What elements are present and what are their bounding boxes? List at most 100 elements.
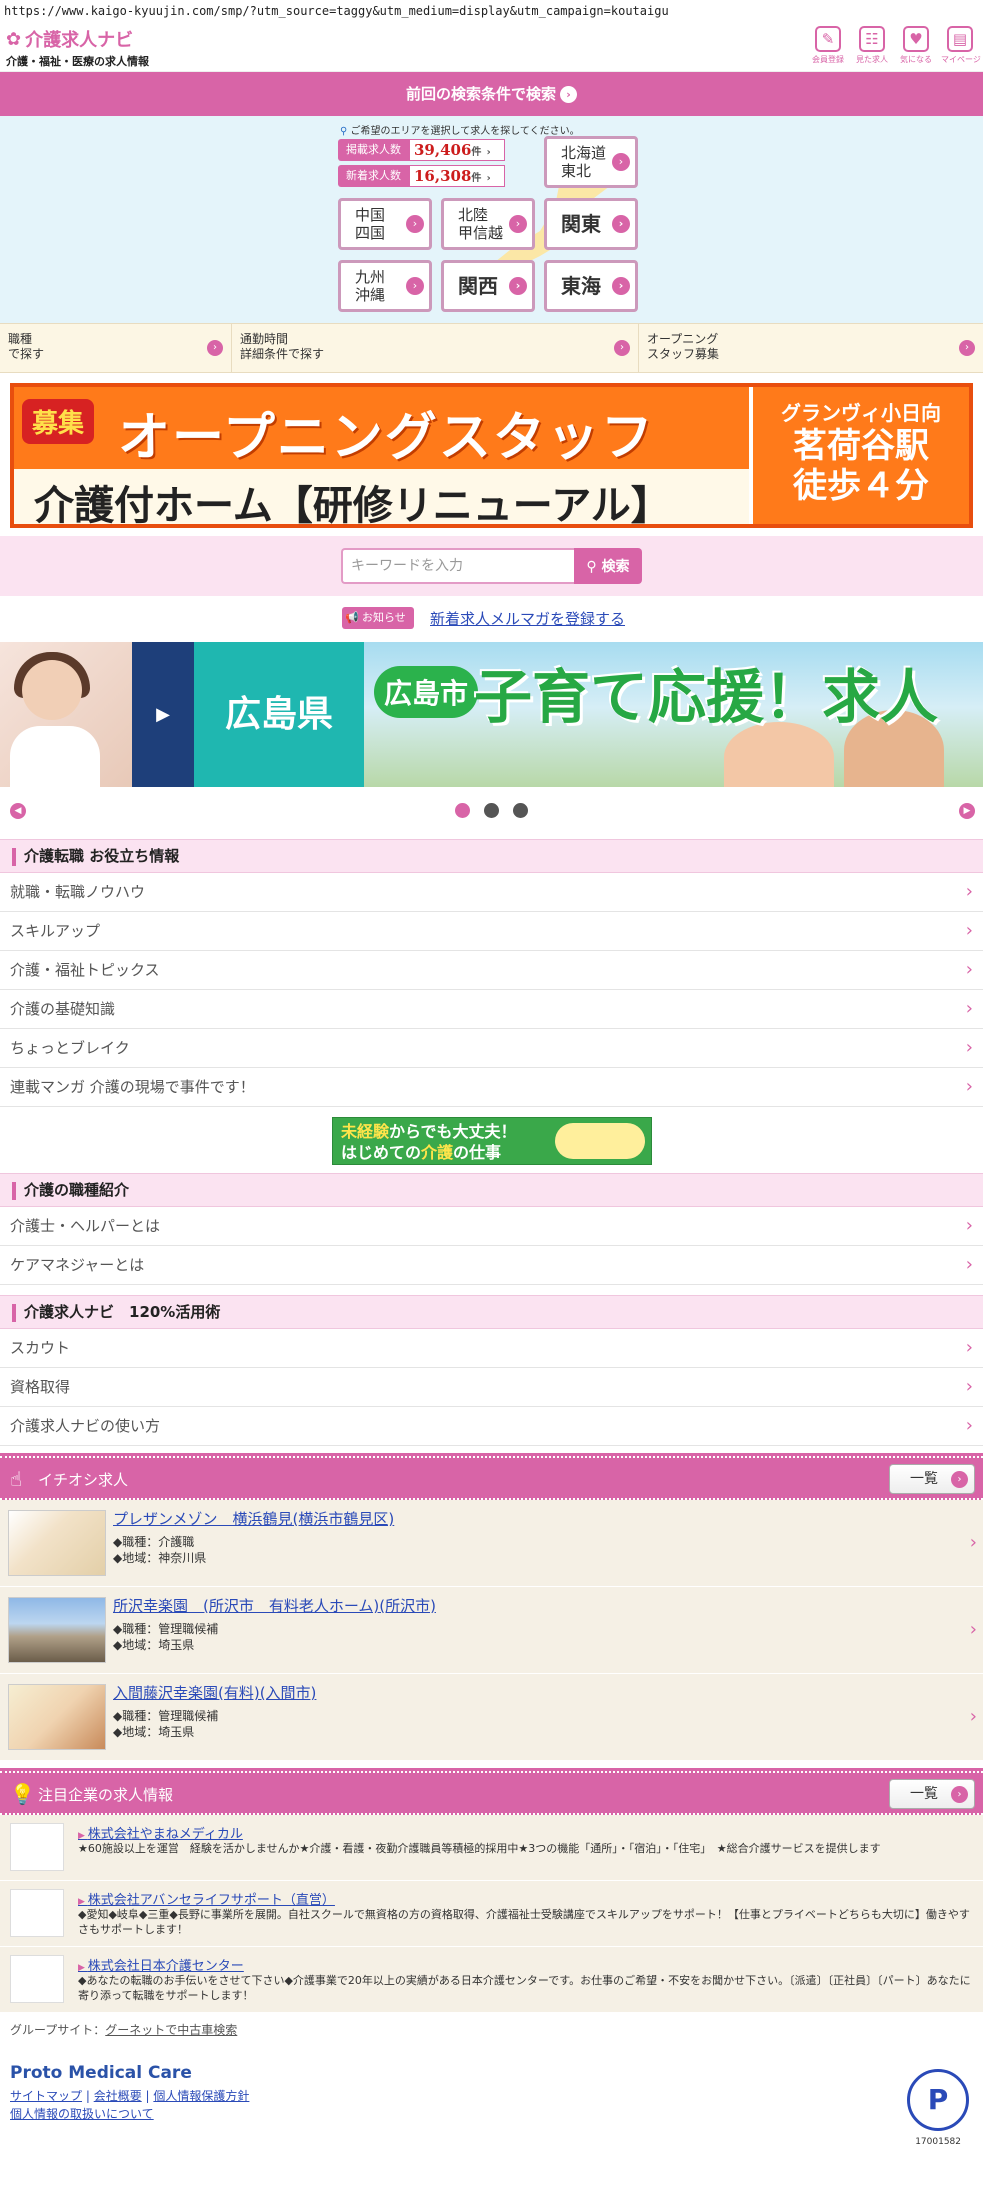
- region-hokuriku-koshinetsu[interactable]: 北陸 甲信越 ›: [441, 198, 535, 250]
- region-chugoku-shikoku[interactable]: 中国 四国 ›: [338, 198, 432, 250]
- newsletter-link[interactable]: 新着求人メルマガを登録する: [430, 608, 625, 629]
- chevron-right-icon: ›: [614, 340, 630, 356]
- viewed-jobs-button[interactable]: ☷ 見た求人: [853, 26, 891, 65]
- search-by-commute[interactable]: 通勤時間 詳細条件で探す ›: [232, 324, 639, 372]
- search-button[interactable]: ⚲ 検索: [574, 548, 642, 584]
- register-button[interactable]: ✎ 会員登録: [809, 26, 847, 65]
- job-card[interactable]: 所沢幸楽園 (所沢市 有料老人ホーム)(所沢市) ◆職種：管理職候補 ◆地域：埼…: [0, 1587, 983, 1674]
- map-pin-icon: ⚲: [340, 126, 348, 137]
- chevron-right-icon: ›: [207, 340, 223, 356]
- company-link[interactable]: 会社概要: [94, 2089, 142, 2103]
- job-title-link[interactable]: プレザンメゾン 横浜鶴見(横浜市鶴見区): [113, 1508, 394, 1529]
- beginner-banner[interactable]: 未経験からでも大丈夫！ はじめての介護の仕事: [0, 1107, 983, 1173]
- company-name-link[interactable]: 株式会社やまねメディカル: [78, 1823, 243, 1842]
- company-card[interactable]: 株式会社やまねメディカル ★60施設以上を運営 経験を活かしませんか★介護・看護…: [0, 1815, 983, 1881]
- notice-badge: お知らせ: [342, 607, 414, 629]
- chevron-right-icon: ›: [406, 277, 424, 295]
- header-icons: ✎ 会員登録 ☷ 見た求人 ♥ 気になる ▤ マイページ: [809, 26, 981, 65]
- group-site: グループサイト：グーネットで中古車検索: [10, 2023, 238, 2037]
- list-item[interactable]: 就職・転職ノウハウ ›: [0, 873, 983, 912]
- chevron-right-icon: ›: [969, 1619, 977, 1640]
- job-thumbnail: [8, 1684, 106, 1750]
- url-bar[interactable]: https://www.kaigo-kyuujin.com/smp/?utm_s…: [0, 0, 983, 22]
- slide-dot[interactable]: [484, 803, 499, 818]
- list-item[interactable]: 資格取得 ›: [0, 1368, 983, 1407]
- pointer-hand-icon: ☝: [10, 1467, 23, 1491]
- chevron-right-icon: ›: [965, 1376, 973, 1397]
- list-item[interactable]: 連載マンガ 介護の現場で事件です！ ›: [0, 1068, 983, 1107]
- search-opening-staff[interactable]: オープニング スタッフ募集 ›: [639, 324, 983, 372]
- chevron-right-icon: ›: [965, 1076, 973, 1097]
- chevron-right-icon: ›: [965, 1415, 973, 1436]
- site-logo[interactable]: ✿ 介護求人ナビ 介護・福祉・医療の求人情報: [6, 26, 149, 69]
- list-item[interactable]: ケアマネジャーとは ›: [0, 1246, 983, 1285]
- slide-dot[interactable]: [513, 803, 528, 818]
- region-tokai[interactable]: 東海 ›: [544, 260, 638, 312]
- prev-slide-button[interactable]: ◀: [10, 803, 26, 819]
- privacy-policy-link[interactable]: 個人情報保護方針: [153, 2089, 249, 2103]
- company-name-link[interactable]: 株式会社日本介護センター: [78, 1955, 244, 1974]
- calendar-icon: ☷: [859, 26, 885, 52]
- chevron-right-icon: ›: [965, 1215, 973, 1236]
- chevron-right-icon: ›: [965, 881, 973, 902]
- site-header: ✿ 介護求人ナビ 介護・福祉・医療の求人情報 ✎ 会員登録 ☷ 見た求人 ♥ 気になる …: [0, 22, 983, 72]
- job-card[interactable]: 入間藤沢幸楽園(有料)(入間市) ◆職種：管理職候補 ◆地域：埼玉県 ›: [0, 1674, 983, 1761]
- job-title-link[interactable]: 所沢幸楽園 (所沢市 有料老人ホーム)(所沢市): [113, 1595, 436, 1616]
- pickup-jobs-header: ☝ イチオシ求人 一覧 ›: [0, 1453, 983, 1503]
- chevron-right-icon: ›: [965, 1254, 973, 1275]
- sitemap-link[interactable]: サイトマップ: [10, 2089, 82, 2103]
- company-card[interactable]: 株式会社日本介護センター ◆あなたの転職のお手伝いをさせて下さい◆介護事業で20…: [0, 1947, 983, 2013]
- chevron-right-icon: ›: [959, 340, 975, 356]
- privacy-mark-icon: P: [907, 2069, 969, 2131]
- promo-slider[interactable]: ▶ 広島県 広島市 子育て応援！求人: [0, 642, 983, 787]
- play-icon: ▶: [132, 642, 194, 787]
- list-item[interactable]: 介護求人ナビの使い方 ›: [0, 1407, 983, 1446]
- area-selector: ⚲ ご希望のエリアを選択して求人を探してください。 掲載求人数 39,406件 …: [0, 116, 983, 323]
- company-logo: [10, 1823, 64, 1871]
- job-title-link[interactable]: 入間藤沢幸楽園(有料)(入間市): [113, 1682, 316, 1703]
- pickup-list-button[interactable]: 一覧 ›: [889, 1464, 975, 1494]
- section-title-navi: 介護求人ナビ 120%活用術: [0, 1295, 983, 1329]
- job-card[interactable]: プレザンメゾン 横浜鶴見(横浜市鶴見区) ◆職種：介護職 ◆地域：神奈川県 ›: [0, 1500, 983, 1587]
- chevron-right-icon: ›: [965, 959, 973, 980]
- list-item[interactable]: スキルアップ ›: [0, 912, 983, 951]
- logo-sub-text: 介護・福祉・医療の求人情報: [6, 55, 149, 68]
- companies-list-button[interactable]: 一覧 ›: [889, 1779, 975, 1809]
- favorites-button[interactable]: ♥ 気になる: [897, 26, 935, 65]
- prev-search-button[interactable]: 前回の検索条件で検索 ›: [0, 72, 983, 116]
- list-item[interactable]: 介護・福祉トピックス ›: [0, 951, 983, 990]
- heart-icon: ♥: [903, 26, 929, 52]
- region-hokkaido-tohoku[interactable]: 北海道 東北 ›: [544, 136, 638, 188]
- pencil-icon: ✎: [815, 26, 841, 52]
- region-kansai[interactable]: 関西 ›: [441, 260, 535, 312]
- search-links: 職種 で探す › 通勤時間 詳細条件で探す › オープニング スタッフ募集 ›: [0, 323, 983, 373]
- mypage-button[interactable]: ▤ マイページ: [941, 26, 981, 65]
- company-name-link[interactable]: 株式会社アバンセライフサポート（直営）: [78, 1889, 335, 1908]
- chevron-right-icon: ›: [612, 277, 630, 295]
- personal-info-link[interactable]: 個人情報の取扱いについて: [10, 2107, 154, 2121]
- region-kanto[interactable]: 関東 ›: [544, 198, 638, 250]
- region-kyushu-okinawa[interactable]: 九州 沖縄 ›: [338, 260, 432, 312]
- chevron-right-icon: ›: [612, 215, 630, 233]
- list-item[interactable]: ちょっとブレイク ›: [0, 1029, 983, 1068]
- list-item[interactable]: 介護士・ヘルパーとは ›: [0, 1207, 983, 1246]
- company-card[interactable]: 株式会社アバンセライフサポート（直営） ◆愛知◆岐阜◆三重◆長野に事業所を展開。…: [0, 1881, 983, 1947]
- chevron-right-icon: ›: [951, 1471, 968, 1488]
- search-by-job-type[interactable]: 職種 で探す ›: [0, 324, 232, 372]
- keyword-search: ⚲ 検索: [0, 536, 983, 596]
- next-slide-button[interactable]: ▶: [959, 803, 975, 819]
- featured-companies-header: 💡 注目企業の求人情報 一覧 ›: [0, 1768, 983, 1818]
- chevron-right-icon: ›: [509, 277, 527, 295]
- lightbulb-icon: 💡: [10, 1782, 35, 1806]
- list-item[interactable]: スカウト ›: [0, 1329, 983, 1368]
- footer-links: サイトマップ | 会社概要 | 個人情報保護方針 個人情報の取扱いについて: [10, 2089, 250, 2121]
- list-item[interactable]: 介護の基礎知識 ›: [0, 990, 983, 1029]
- opening-staff-banner[interactable]: 募集 オープニングスタッフ 介護付ホーム【研修リニューアル】 グランヴィ小日向 …: [10, 383, 973, 528]
- site-footer: グループサイト：グーネットで中古車検索 Proto Medical Care サ…: [0, 2013, 983, 2178]
- company-logo: [10, 1889, 64, 1937]
- chevron-right-icon: ›: [965, 1037, 973, 1058]
- keyword-input[interactable]: [341, 548, 574, 584]
- slide-dot[interactable]: [455, 803, 470, 818]
- goonet-link[interactable]: グーネットで中古車検索: [105, 2023, 237, 2037]
- proto-logo[interactable]: Proto Medical Care: [10, 2063, 192, 2083]
